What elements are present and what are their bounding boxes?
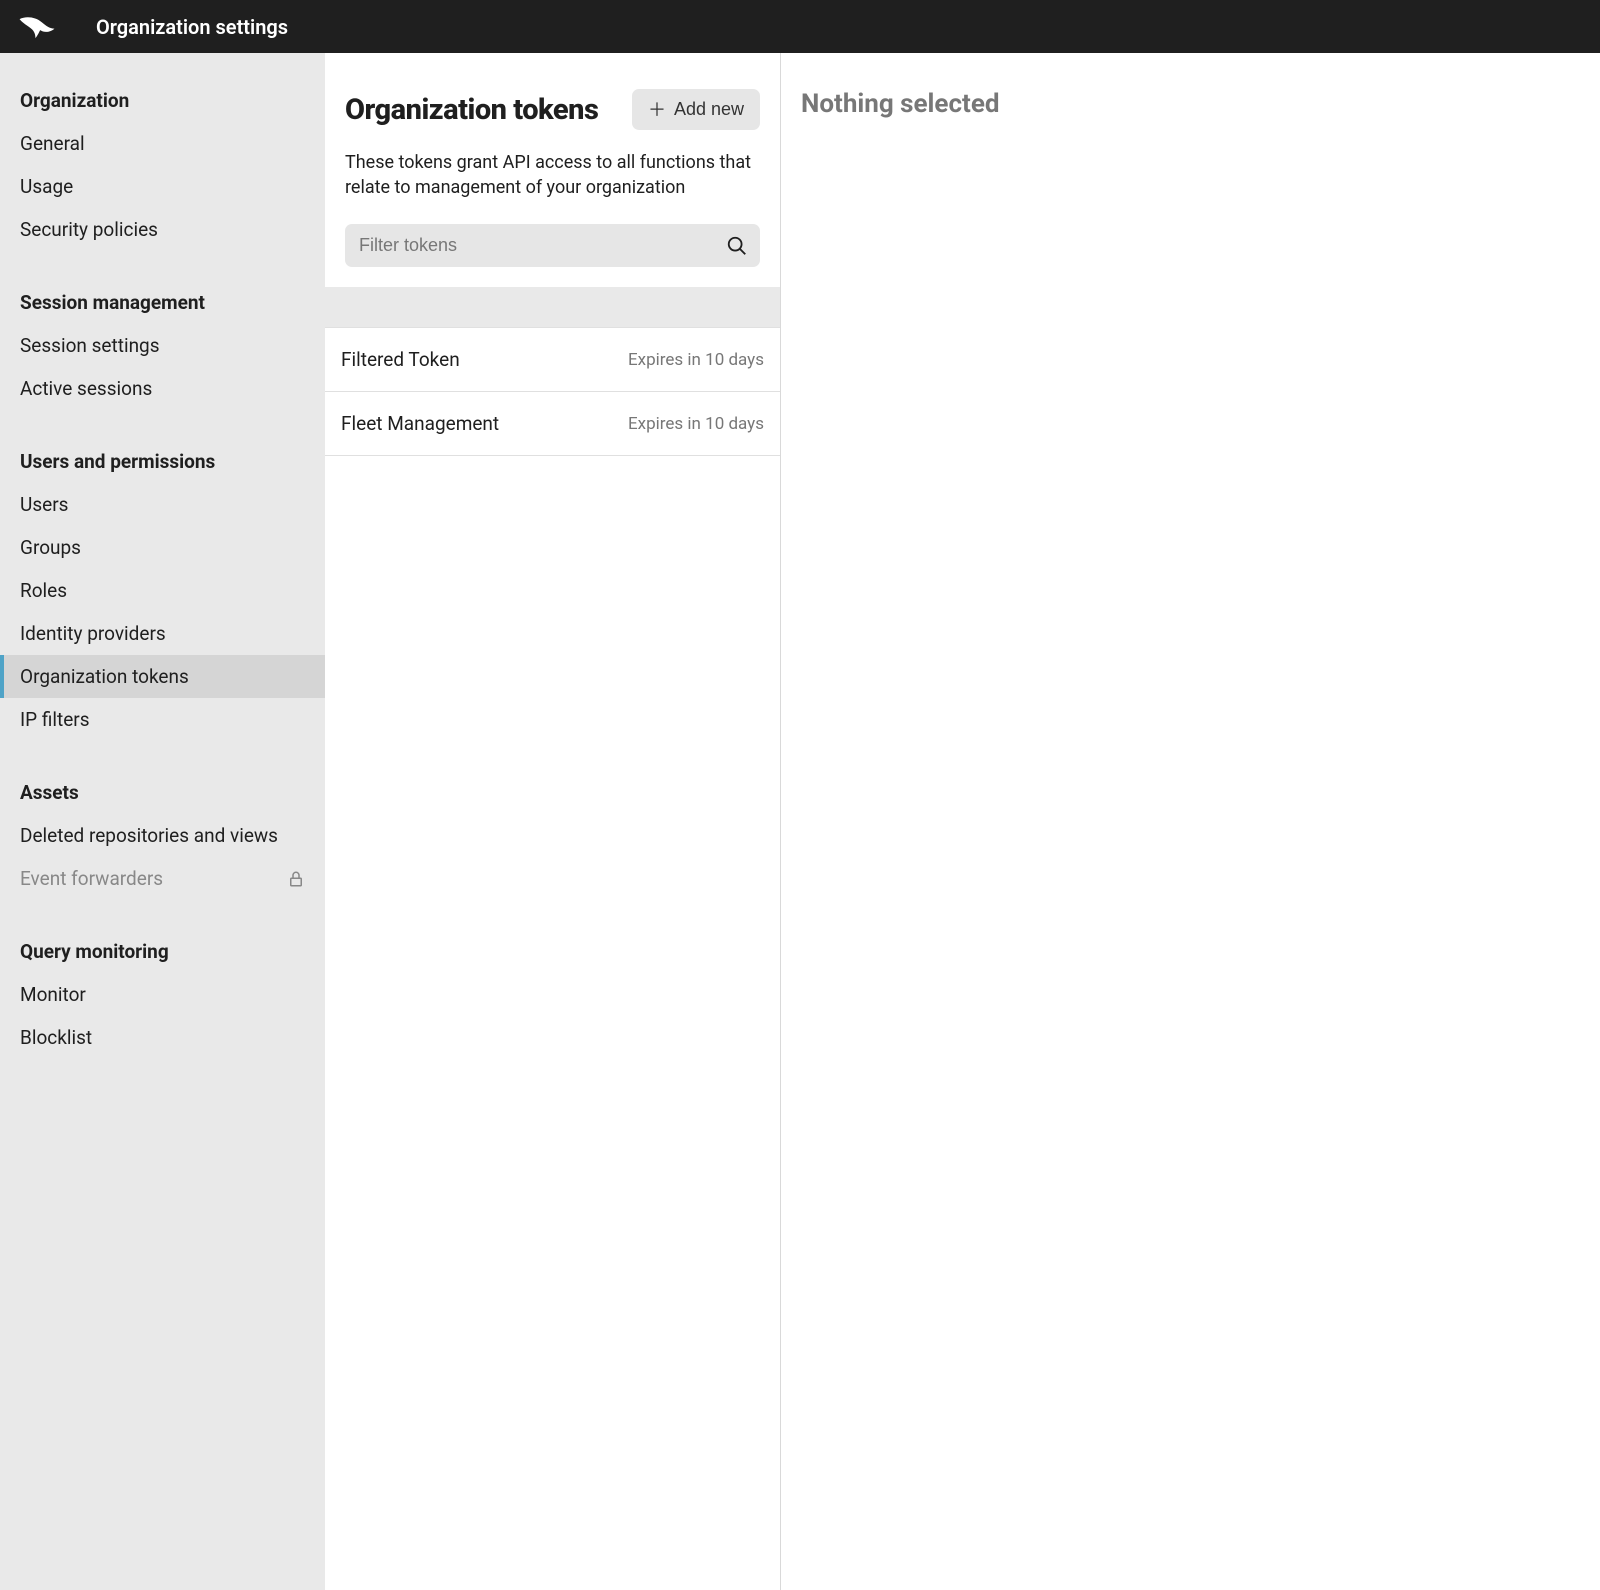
topbar: Organization settings — [0, 0, 1600, 53]
token-expires: Expires in 10 days — [628, 414, 764, 434]
sidebar-item-label: Event forwarders — [20, 867, 163, 890]
topbar-title: Organization settings — [96, 15, 288, 39]
sidebar-item-security-policies[interactable]: Security policies — [0, 208, 325, 251]
sidebar-item-roles[interactable]: Roles — [0, 569, 325, 612]
main-panel: Organization tokens ＋ Add new These toke… — [325, 53, 780, 1590]
sidebar-item-organization-tokens[interactable]: Organization tokens — [0, 655, 325, 698]
token-row[interactable]: Filtered Token Expires in 10 days — [325, 328, 780, 392]
page-title: Organization tokens — [345, 93, 598, 127]
sidebar-item-users[interactable]: Users — [0, 483, 325, 526]
section-header: Assets — [0, 771, 325, 814]
filter-input[interactable] — [345, 224, 760, 267]
sidebar-item-label: Identity providers — [20, 622, 166, 645]
lock-icon — [287, 870, 305, 888]
token-name: Filtered Token — [341, 348, 460, 371]
section-header: Users and permissions — [0, 440, 325, 483]
sidebar-item-label: Active sessions — [20, 377, 152, 400]
sidebar-item-label: Usage — [20, 175, 73, 198]
sidebar-item-groups[interactable]: Groups — [0, 526, 325, 569]
sidebar-item-ip-filters[interactable]: IP filters — [0, 698, 325, 741]
token-name: Fleet Management — [341, 412, 499, 435]
token-row[interactable]: Fleet Management Expires in 10 days — [325, 392, 780, 456]
detail-empty-title: Nothing selected — [801, 89, 1580, 119]
sidebar-item-label: General — [20, 132, 85, 155]
sidebar-item-session-settings[interactable]: Session settings — [0, 324, 325, 367]
sidebar: Organization General Usage Security policie… — [0, 53, 325, 1590]
add-new-label: Add new — [674, 99, 744, 120]
sidebar-item-usage[interactable]: Usage — [0, 165, 325, 208]
sidebar-item-identity-providers[interactable]: Identity providers — [0, 612, 325, 655]
logo-icon — [18, 12, 56, 42]
search-icon — [726, 235, 748, 257]
sidebar-item-label: Roles — [20, 579, 67, 602]
sidebar-item-label: IP filters — [20, 708, 90, 731]
sidebar-item-label: Groups — [20, 536, 81, 559]
sidebar-item-event-forwarders: Event forwarders — [0, 857, 325, 900]
section-header: Query monitoring — [0, 930, 325, 973]
section-header: Organization — [0, 89, 325, 122]
sidebar-item-monitor[interactable]: Monitor — [0, 973, 325, 1016]
sidebar-item-blocklist[interactable]: Blocklist — [0, 1016, 325, 1059]
sidebar-item-deleted-repositories-and-views[interactable]: Deleted repositories and views — [0, 814, 325, 857]
detail-panel: Nothing selected — [780, 53, 1600, 1590]
sidebar-item-label: Security policies — [20, 218, 158, 241]
sidebar-item-label: Users — [20, 493, 68, 516]
token-list: Filtered TokenExpires in 10 daysFleet Ma… — [325, 327, 780, 456]
sidebar-item-label: Blocklist — [20, 1026, 92, 1049]
sidebar-item-label: Session settings — [20, 334, 160, 357]
sidebar-item-active-sessions[interactable]: Active sessions — [0, 367, 325, 410]
plus-icon: ＋ — [648, 101, 666, 119]
section-header: Session management — [0, 281, 325, 324]
token-expires: Expires in 10 days — [628, 350, 764, 370]
sidebar-item-label: Deleted repositories and views — [20, 824, 278, 847]
sidebar-item-general[interactable]: General — [0, 122, 325, 165]
add-new-button[interactable]: ＋ Add new — [632, 89, 760, 130]
sidebar-item-label: Organization tokens — [20, 665, 189, 688]
sidebar-item-label: Monitor — [20, 983, 86, 1006]
description: These tokens grant API access to all fun… — [345, 150, 760, 200]
